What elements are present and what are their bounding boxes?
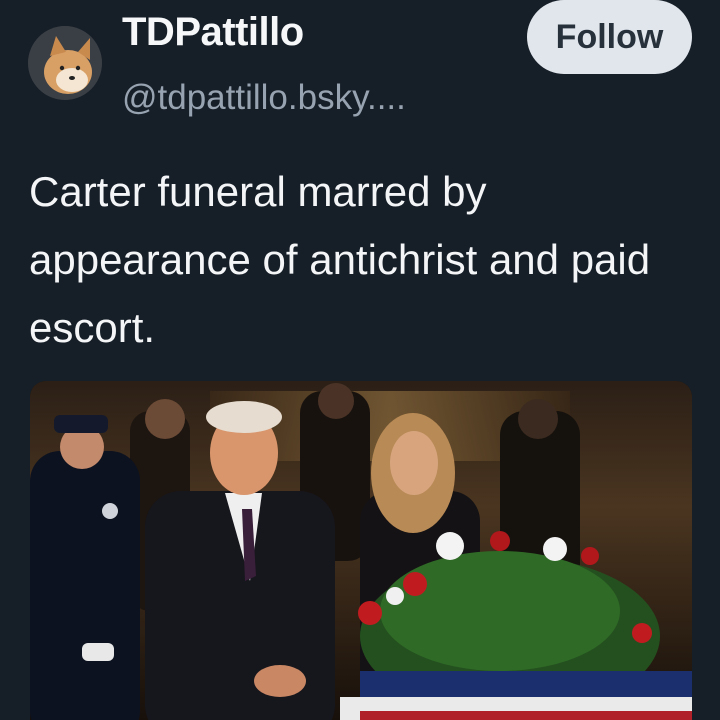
author-display-name[interactable]: TDPattillo [122, 10, 304, 55]
post-text: Carter funeral marred by appearance of a… [29, 168, 651, 351]
follow-button[interactable]: Follow [527, 0, 692, 74]
post-card: TDPattillo @tdpattillo.bsky.... Follow C… [0, 0, 720, 720]
avatar[interactable] [28, 26, 102, 100]
funeral-photo [30, 381, 692, 720]
post-image[interactable] [30, 381, 692, 720]
shiba-dog-icon [28, 26, 102, 100]
author-handle[interactable]: @tdpattillo.bsky.... [122, 78, 406, 118]
